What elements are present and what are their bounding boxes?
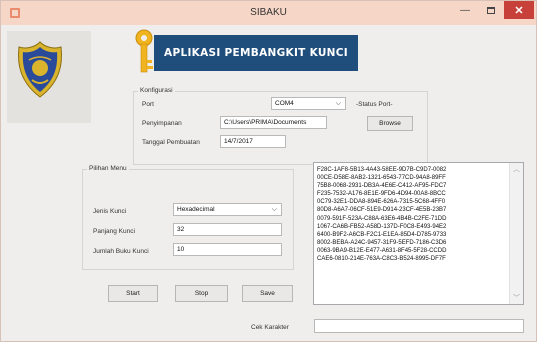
jumlah-buku-kunci-label: Jumlah Buku Kunci [93, 248, 149, 255]
output-line: F235-7532-A176-8E1E-9FD6-4D94-00A8-8BCC [317, 191, 446, 198]
output-line: 0079-591F-523A-C88A-63E6-4B4B-C2FE-71DD [317, 215, 447, 222]
vertical-scrollbar[interactable]: ︿ ﹀ [509, 163, 523, 304]
banner-title: APLIKASI PEMBANGKIT KUNCI [164, 47, 348, 59]
key-output-lines: F28C-1AF8-5B13-4A43-58EE-9D7B-C9D7-0082 0… [317, 166, 509, 263]
jumlah-buku-kunci-field[interactable]: 10 [173, 243, 282, 256]
app-window: SIBAKU — ✕ APLIKASI PEMBANGKIT KUNCI Kon… [0, 0, 537, 342]
output-line: 80D8-A6A7-06CF-51E9-D914-23CF-4E5B-23B7 [317, 207, 447, 214]
port-value: COM4 [275, 100, 294, 107]
penyimpanan-label: Penyimpanan [142, 120, 182, 127]
jenis-kunci-value: Hexadecimal [177, 206, 215, 213]
stop-button[interactable]: Stop [175, 285, 228, 302]
panjang-kunci-field[interactable]: 32 [173, 223, 282, 236]
output-line: 1067-CA6B-FB52-A58D-137D-F0C8-E493-94E2 [317, 223, 447, 230]
output-line: 0C79-32E1-DDA8-894E-626A-7315-5C68-4FF0 [317, 199, 446, 206]
browse-button[interactable]: Browse [367, 116, 413, 131]
output-line: CAE6-0810-214E-763A-C8C3-B524-8995-DF7F [317, 256, 446, 263]
output-line: 0063-9BA9-B12E-E477-A631-8F45-5F28-CCDD [317, 247, 447, 254]
minimize-button[interactable]: — [453, 1, 477, 19]
chevron-down-icon: ⌵ [271, 206, 277, 213]
output-line: 00CE-D58E-8AB2-1321-6543-77CD-94A8-89FF [317, 175, 446, 182]
cek-karakter-label: Cek Karakter [251, 324, 289, 331]
start-button[interactable]: Start [108, 285, 158, 302]
key-output-textarea[interactable]: F28C-1AF8-5B13-4A43-58EE-9D7B-C9D7-0082 0… [313, 162, 524, 305]
port-select[interactable]: COM4 ⌵ [271, 97, 346, 110]
konfigurasi-title: Konfigurasi [138, 87, 175, 94]
maximize-icon [487, 6, 495, 14]
app-banner: APLIKASI PEMBANGKIT KUNCI [154, 35, 358, 71]
jenis-kunci-label: Jenis Kunci [93, 208, 127, 215]
output-line: F28C-1AF8-5B13-4A43-58EE-9D7B-C9D7-0082 [317, 167, 447, 173]
port-label: Port [142, 101, 154, 108]
penyimpanan-field[interactable]: C:\Users\PRIMA\Documents [220, 116, 327, 129]
tanggal-field[interactable]: 14/7/2017 [220, 135, 286, 148]
jenis-kunci-select[interactable]: Hexadecimal ⌵ [173, 203, 282, 216]
maximize-button[interactable] [479, 1, 503, 19]
panjang-kunci-label: Panjang Kunci [93, 228, 135, 235]
emblem-logo [18, 41, 62, 98]
chevron-down-icon: ⌵ [335, 100, 341, 107]
output-line: 8002-BEBA-A24C-9457-31F9-5EFD-7186-C3D6 [317, 239, 447, 246]
title-bar[interactable]: SIBAKU — ✕ [1, 1, 536, 25]
scroll-down-icon[interactable]: ﹀ [510, 292, 523, 304]
cek-karakter-field[interactable] [314, 319, 524, 333]
output-line: 75B8-0068-2931-DB3A-4E6E-C412-AF95-FDC7 [317, 183, 447, 190]
scroll-up-icon[interactable]: ︿ [510, 163, 523, 175]
tanggal-label: Tanggal Pembuatan [142, 139, 200, 146]
save-button[interactable]: Save [242, 285, 293, 302]
pilihan-menu-title: Pilihan Menu [87, 165, 129, 172]
status-port: -Status Port- [356, 101, 393, 108]
output-line: 6400-B9F2-A6CB-F2C1-E1EA-85D4-D785-9733 [317, 231, 447, 238]
close-button[interactable]: ✕ [504, 1, 534, 19]
